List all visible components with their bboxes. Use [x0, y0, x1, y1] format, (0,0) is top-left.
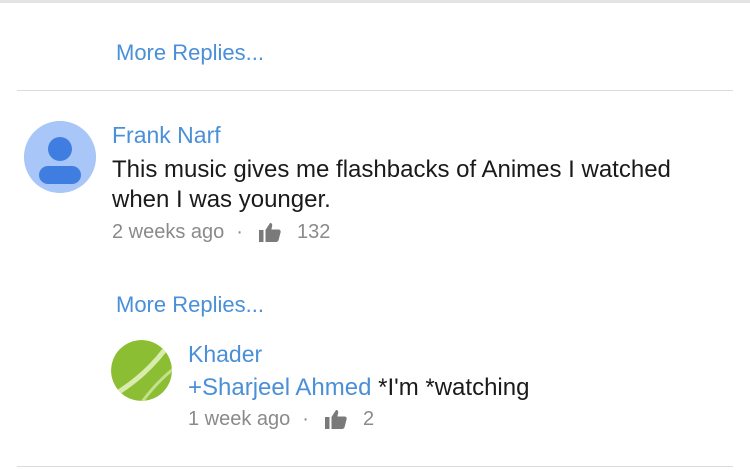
reply-author[interactable]: Khader [188, 343, 262, 366]
tennis-ball-avatar-icon [111, 340, 172, 401]
avatar[interactable] [111, 340, 172, 401]
thumbs-up-icon [258, 223, 281, 242]
divider-bottom [17, 466, 733, 467]
reply-message: *I'm *watching [371, 374, 530, 401]
top-edge [0, 0, 750, 3]
mention-link[interactable]: +Sharjeel Ahmed [188, 374, 371, 401]
divider-top [17, 90, 733, 91]
meta-separator: · [302, 408, 309, 430]
reply-timestamp: 1 week ago [188, 408, 291, 430]
comment-timestamp: 2 weeks ago [112, 221, 225, 243]
comment-author[interactable]: Frank Narf [112, 124, 221, 147]
more-replies-link[interactable]: More Replies... [116, 294, 264, 316]
comment-meta: 2 weeks ago · 132 [112, 222, 330, 242]
thumbs-up-icon [324, 410, 347, 429]
meta-separator: · [236, 221, 243, 243]
default-person-icon [24, 121, 96, 193]
reply-meta: 1 week ago · 2 [188, 409, 374, 429]
reply-text: +Sharjeel Ahmed *I'm *watching [188, 373, 529, 403]
comment-text: This music gives me flashbacks of Animes… [112, 156, 671, 213]
like-button[interactable]: 132 [258, 221, 331, 243]
avatar[interactable] [24, 121, 96, 193]
more-replies-link-top[interactable]: More Replies... [116, 42, 264, 64]
like-count: 132 [296, 221, 331, 243]
like-count: 2 [362, 408, 375, 430]
like-button[interactable]: 2 [324, 408, 375, 430]
